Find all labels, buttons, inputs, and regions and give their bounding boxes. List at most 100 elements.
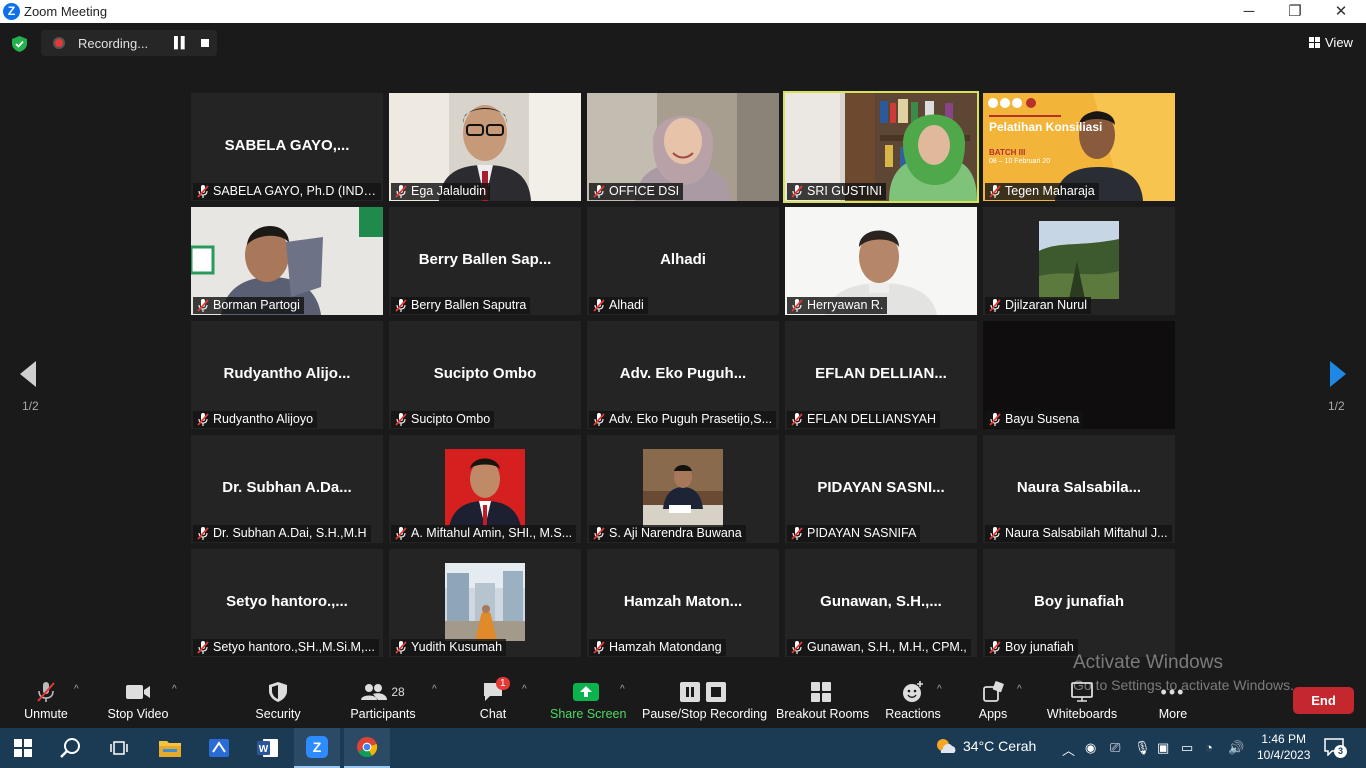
participant-name-label: Tegen Maharaja <box>985 183 1099 200</box>
battery-tray-icon[interactable]: ▭ <box>1181 740 1193 756</box>
participant-tile[interactable]: Boy junafiah Boy junafiah <box>983 549 1175 657</box>
minimize-button[interactable]: ─ <box>1226 1 1272 22</box>
zoom-taskbar-button[interactable]: Z <box>294 728 340 768</box>
participant-name: S. Aji Narendra Buwana <box>609 526 742 540</box>
participant-name-label: Berry Ballen Saputra <box>391 297 531 314</box>
participant-tile[interactable]: Dr. Subhan A.Da... Dr. Subhan A.Dai, S.H.… <box>191 435 383 543</box>
taskbar-clock[interactable]: 1:46 PM 10/4/2023 <box>1257 731 1310 763</box>
muted-mic-icon <box>791 527 803 540</box>
muted-mic-icon <box>989 299 1001 312</box>
security-button[interactable]: Security <box>252 680 304 721</box>
wifi-tray-icon[interactable]: ◔ <box>1205 740 1213 755</box>
participant-name: Borman Partogi <box>213 298 300 312</box>
participant-name: Herryawan R. <box>807 298 884 312</box>
participants-button[interactable]: 28 Participants <box>348 680 418 721</box>
participant-tile[interactable]: Yudith Kusumah <box>389 549 581 657</box>
volume-tray-icon[interactable]: 🔊 <box>1228 740 1244 756</box>
participant-tile[interactable]: PIDAYAN SASNI... PIDAYAN SASNIFA <box>785 435 977 543</box>
participant-display-name: Gunawan, S.H.,... <box>820 593 942 610</box>
participant-tile[interactable]: A. Miftahul Amin, SHI., M.S... <box>389 435 581 543</box>
participant-tile[interactable]: SRI GUSTINI <box>783 91 979 203</box>
task-view-button[interactable] <box>96 728 142 768</box>
participant-tile[interactable]: EFLAN DELLIAN... EFLAN DELLIANSYAH <box>785 321 977 429</box>
end-meeting-button[interactable]: End <box>1293 687 1354 714</box>
pause-stop-recording-button[interactable]: Pause/Stop Recording <box>642 680 767 721</box>
search-button[interactable] <box>48 728 94 768</box>
show-hidden-icons-chevron-icon[interactable]: ︿ <box>1062 740 1075 759</box>
muted-mic-icon <box>395 641 407 654</box>
pause-stop-recording-icon <box>680 682 726 702</box>
meeting-stage: Recording... ▌▌ View 1/2 1/2 SABELA GAYO… <box>0 23 1366 674</box>
whiteboards-label: Whiteboards <box>1046 707 1118 721</box>
previous-page-arrow-icon[interactable] <box>18 359 38 389</box>
chat-caret-icon[interactable]: ^ <box>522 684 527 695</box>
word-taskbar-button[interactable]: W <box>245 728 291 768</box>
camera-tray-icon[interactable]: ⎚ <box>1110 740 1120 756</box>
participant-tile[interactable]: Borman Partogi <box>191 207 383 315</box>
audio-options-caret-icon[interactable]: ^ <box>74 684 79 695</box>
reactions-smiley-icon <box>903 681 923 702</box>
chrome-taskbar-button[interactable] <box>344 728 390 768</box>
microphone-tray-icon[interactable]: 🎙 <box>1134 740 1151 756</box>
participants-icon <box>361 684 388 700</box>
grid-view-icon <box>1309 37 1320 48</box>
participant-tile[interactable]: Adv. Eko Puguh... Adv. Eko Puguh Prasetij… <box>587 321 779 429</box>
close-button[interactable]: ✕ <box>1318 1 1364 22</box>
participant-name-label: Setyo hantoro.,SH.,M.Si.M,... <box>193 639 379 656</box>
video-options-caret-icon[interactable]: ^ <box>172 684 177 695</box>
share-caret-icon[interactable]: ^ <box>620 684 625 695</box>
participant-tile[interactable]: Djilzaran Nurul <box>983 207 1175 315</box>
participant-tile[interactable]: SABELA GAYO,... SABELA GAYO, Ph.D (INDO..… <box>191 93 383 201</box>
participants-caret-icon[interactable]: ^ <box>432 684 437 695</box>
participant-tile[interactable]: Rudyantho Alijo... Rudyantho Alijoyo <box>191 321 383 429</box>
participant-display-name: Setyo hantoro.,... <box>226 593 348 610</box>
participant-tile[interactable]: Berry Ballen Sap... Berry Ballen Saputra <box>389 207 581 315</box>
participant-tile[interactable]: Pelatihan Konsiliasi BATCH III 08 – 10 Feb… <box>983 93 1175 201</box>
participant-tile[interactable]: Setyo hantoro.,... Setyo hantoro.,SH.,M.S… <box>191 549 383 657</box>
participant-tile[interactable]: Bayu Susena <box>983 321 1175 429</box>
chat-button[interactable]: 1 Chat <box>474 677 512 721</box>
participant-tile[interactable]: S. Aji Narendra Buwana <box>587 435 779 543</box>
participant-name: Gunawan, S.H., M.H., CPM., <box>807 640 967 654</box>
unmute-button[interactable]: Unmute <box>20 680 72 721</box>
view-button[interactable]: View <box>1309 35 1353 50</box>
stop-recording-icon[interactable] <box>201 39 209 47</box>
apps-button[interactable]: Apps <box>975 680 1011 721</box>
record-tray-icon[interactable]: ◉ <box>1085 740 1096 756</box>
participant-tile[interactable]: Hamzah Maton... Hamzah Matondang <box>587 549 779 657</box>
participant-tile[interactable]: Ega Jalaludin <box>389 93 581 201</box>
participant-tile[interactable]: Sucipto Ombo Sucipto Ombo <box>389 321 581 429</box>
participant-tile[interactable]: Naura Salsabila... Naura Salsabilah Mifta… <box>983 435 1175 543</box>
participant-tile[interactable]: OFFICE DSI <box>587 93 779 201</box>
encryption-shield-icon[interactable] <box>12 36 27 52</box>
weather-widget[interactable]: 34°C Cerah <box>935 738 1036 754</box>
banner-date: 08 – 10 Februari 20 <box>989 158 1051 165</box>
breakout-rooms-button[interactable]: Breakout Rooms <box>776 680 869 721</box>
meet-now-tray-icon[interactable]: ▣ <box>1157 740 1169 756</box>
participant-name-label: Hamzah Matondang <box>589 639 726 656</box>
participant-name: Yudith Kusumah <box>411 640 503 654</box>
participant-tile[interactable]: Alhadi Alhadi <box>587 207 779 315</box>
apps-caret-icon[interactable]: ^ <box>1017 684 1022 695</box>
participant-tile[interactable]: Herryawan R. <box>785 207 977 315</box>
reactions-button[interactable]: Reactions <box>884 680 942 721</box>
stop-video-button[interactable]: Stop Video <box>104 680 172 721</box>
muted-mic-icon <box>197 185 209 198</box>
pause-recording-icon[interactable]: ▌▌ <box>174 37 189 49</box>
start-button[interactable] <box>0 728 46 768</box>
participant-tile[interactable]: Gunawan, S.H.,... Gunawan, S.H., M.H., CP… <box>785 549 977 657</box>
meeting-app-taskbar-button[interactable] <box>196 728 242 768</box>
apps-icon <box>983 681 1004 702</box>
next-page-arrow-icon[interactable] <box>1328 359 1348 389</box>
word-icon: W <box>257 739 278 757</box>
participant-display-name: PIDAYAN SASNI... <box>817 479 945 496</box>
muted-mic-icon <box>593 413 605 426</box>
zoom-app-icon: Z <box>306 736 328 758</box>
share-screen-button[interactable]: Share Screen <box>550 680 626 721</box>
participant-name: Dr. Subhan A.Dai, S.H.,M.H <box>213 526 367 540</box>
notification-center-button[interactable]: 3 <box>1324 738 1347 761</box>
reactions-caret-icon[interactable]: ^ <box>937 684 942 695</box>
restore-button[interactable]: ❐ <box>1272 1 1318 22</box>
file-explorer-taskbar-button[interactable] <box>147 728 193 768</box>
participant-name: Tegen Maharaja <box>1005 184 1095 198</box>
